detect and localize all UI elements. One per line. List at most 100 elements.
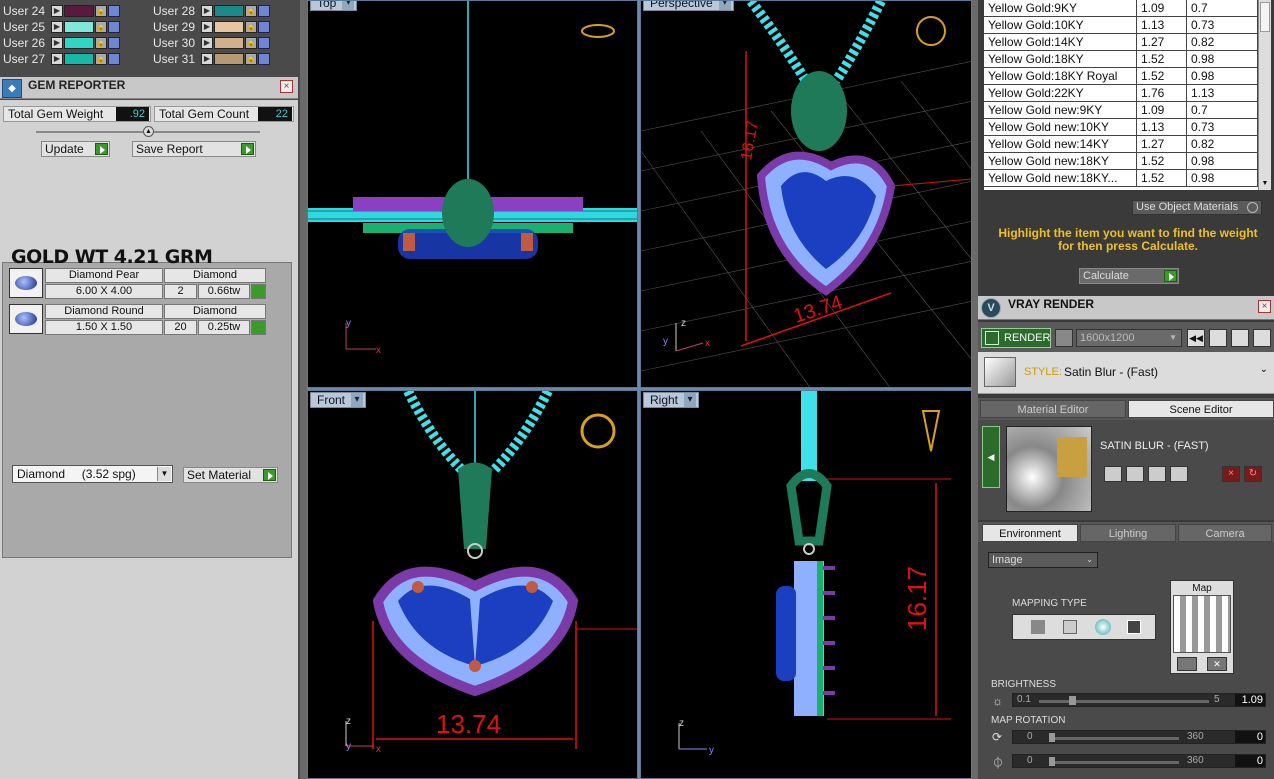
select-gem-button[interactable] bbox=[251, 320, 266, 335]
clear-map-icon[interactable]: ✕ bbox=[1207, 657, 1227, 671]
brightness-slider[interactable]: 0.1 5 1.09 bbox=[1012, 693, 1266, 707]
style-row[interactable]: STYLE: Satin Blur - (Fast) ⌄ bbox=[978, 352, 1274, 394]
user-layer-row[interactable]: User 24 ▶ 🔒 bbox=[3, 3, 121, 18]
layer-select-icon[interactable] bbox=[258, 36, 270, 49]
scroll-down-icon[interactable]: ▼ bbox=[1259, 180, 1271, 190]
panel-splitter[interactable] bbox=[300, 0, 307, 779]
close-icon[interactable]: × bbox=[280, 80, 293, 93]
cube-map-icon[interactable] bbox=[1063, 620, 1077, 634]
layer-select-icon[interactable] bbox=[258, 52, 270, 65]
tab-lighting[interactable]: Lighting bbox=[1080, 524, 1176, 542]
layer-color-swatch[interactable] bbox=[64, 20, 94, 33]
globe-icon[interactable] bbox=[1055, 329, 1073, 347]
user-layer-row[interactable]: User 28 ▶ 🔒 bbox=[153, 3, 271, 18]
use-object-materials-toggle[interactable]: Use Object Materials bbox=[1132, 200, 1262, 215]
collapse-handle[interactable]: ▲ bbox=[143, 126, 154, 137]
viewport-label-front[interactable]: Front bbox=[310, 392, 367, 408]
viewport-splitter-h[interactable] bbox=[307, 388, 972, 390]
visibility-icon[interactable]: ▶ bbox=[201, 52, 213, 65]
material-row[interactable]: Yellow Gold new:18KY 1.52 0.98 bbox=[984, 153, 1258, 170]
visibility-icon[interactable]: ▶ bbox=[51, 52, 63, 65]
sphere-map-icon[interactable] bbox=[1095, 619, 1111, 635]
viewport-front[interactable]: 13.74 z y x Front bbox=[307, 390, 638, 779]
close-icon[interactable]: × bbox=[1258, 300, 1271, 313]
tab-camera[interactable]: Camera bbox=[1178, 524, 1272, 542]
visibility-icon[interactable]: ▶ bbox=[201, 36, 213, 49]
collapse-left-icon[interactable]: ◀ bbox=[982, 426, 1000, 488]
update-button[interactable]: Update bbox=[41, 141, 110, 157]
material-select[interactable]: Diamond (3.52 spg) ▼ bbox=[12, 465, 173, 483]
rotation2-thumb[interactable] bbox=[1049, 757, 1055, 766]
planar-map-icon[interactable] bbox=[1031, 620, 1045, 634]
material-row[interactable]: Yellow Gold new:9KY 1.09 0.7 bbox=[984, 102, 1258, 119]
set-material-button[interactable]: Set Material bbox=[183, 467, 278, 483]
user-layer-row[interactable]: User 26 ▶ 🔒 bbox=[3, 35, 121, 50]
lock-icon[interactable]: 🔒 bbox=[245, 52, 257, 65]
user-layer-row[interactable]: User 30 ▶ 🔒 bbox=[153, 35, 271, 50]
material-row[interactable]: Yellow Gold:18KY Royal 1.52 0.98 bbox=[984, 68, 1258, 85]
tab-environment[interactable]: Environment bbox=[982, 524, 1078, 542]
material-row[interactable]: Yellow Gold:18KY 1.52 0.98 bbox=[984, 51, 1258, 68]
rotation1-value[interactable]: 0 bbox=[1235, 731, 1265, 743]
delete-icon[interactable]: × bbox=[1222, 466, 1240, 482]
render-button[interactable]: RENDER bbox=[981, 328, 1051, 348]
viewport-label-right[interactable]: Right bbox=[643, 392, 700, 408]
layer-color-swatch[interactable] bbox=[214, 52, 244, 65]
layer-select-icon[interactable] bbox=[108, 52, 120, 65]
material-row[interactable]: Yellow Gold:22KY 1.76 1.13 bbox=[984, 85, 1258, 102]
layer-select-icon[interactable] bbox=[258, 20, 270, 33]
list-icon[interactable] bbox=[1231, 329, 1249, 347]
user-layer-row[interactable]: User 31 ▶ 🔒 bbox=[153, 51, 271, 66]
brightness-value[interactable]: 1.09 bbox=[1235, 694, 1265, 706]
layer-color-swatch[interactable] bbox=[214, 36, 244, 49]
lock-icon[interactable]: 🔒 bbox=[95, 4, 107, 17]
viewport-top[interactable]: y x Top bbox=[307, 0, 638, 388]
import-icon[interactable] bbox=[1148, 466, 1166, 482]
cylinder-map-icon[interactable] bbox=[1127, 620, 1141, 634]
env-type-select[interactable]: Image ⌄ bbox=[988, 552, 1098, 568]
rotation1-thumb[interactable] bbox=[1049, 733, 1055, 742]
scroll-thumb[interactable] bbox=[1260, 2, 1270, 32]
refresh-icon[interactable]: ↻ bbox=[1244, 466, 1262, 482]
brightness-thumb[interactable] bbox=[1069, 696, 1076, 705]
tab-material-editor[interactable]: Material Editor bbox=[980, 400, 1126, 418]
user-layer-row[interactable]: User 27 ▶ 🔒 bbox=[3, 51, 121, 66]
material-row[interactable]: Yellow Gold:10KY 1.13 0.73 bbox=[984, 17, 1258, 34]
material-row[interactable]: Yellow Gold:14KY 1.27 0.82 bbox=[984, 34, 1258, 51]
layer-select-icon[interactable] bbox=[108, 4, 120, 17]
rotation-slider-2[interactable]: 0 360 0 bbox=[1012, 754, 1266, 768]
rotation2-value[interactable]: 0 bbox=[1235, 755, 1265, 767]
save-icon[interactable] bbox=[1104, 466, 1122, 482]
material-row[interactable]: Yellow Gold new:14KY 1.27 0.82 bbox=[984, 136, 1258, 153]
layer-select-icon[interactable] bbox=[108, 36, 120, 49]
render-settings-icon[interactable] bbox=[1209, 329, 1227, 347]
grid-icon[interactable] bbox=[1253, 329, 1271, 347]
visibility-icon[interactable]: ▶ bbox=[201, 20, 213, 33]
layer-color-swatch[interactable] bbox=[64, 4, 94, 17]
visibility-icon[interactable]: ▶ bbox=[51, 20, 63, 33]
visibility-icon[interactable]: ▶ bbox=[51, 36, 63, 49]
visibility-icon[interactable]: ▶ bbox=[51, 4, 63, 17]
lock-icon[interactable]: 🔒 bbox=[95, 36, 107, 49]
lock-icon[interactable]: 🔒 bbox=[245, 20, 257, 33]
save-report-button[interactable]: Save Report bbox=[132, 141, 256, 157]
visibility-icon[interactable]: ▶ bbox=[201, 4, 213, 17]
layer-color-swatch[interactable] bbox=[214, 20, 244, 33]
user-layer-row[interactable]: User 25 ▶ 🔒 bbox=[3, 19, 121, 34]
lock-icon[interactable]: 🔒 bbox=[95, 52, 107, 65]
user-layer-row[interactable]: User 29 ▶ 🔒 bbox=[153, 19, 271, 34]
calculate-button[interactable]: Calculate bbox=[1079, 268, 1179, 284]
lock-icon[interactable]: 🔒 bbox=[245, 36, 257, 49]
viewport-label-perspective[interactable]: Perspective bbox=[643, 1, 734, 11]
rewind-icon[interactable]: ◀◀ bbox=[1187, 329, 1205, 347]
export-icon[interactable] bbox=[1170, 466, 1188, 482]
save-as-icon[interactable] bbox=[1126, 466, 1144, 482]
material-row[interactable]: Yellow Gold new:10KY 1.13 0.73 bbox=[984, 119, 1258, 136]
lock-icon[interactable]: 🔒 bbox=[95, 20, 107, 33]
layer-select-icon[interactable] bbox=[108, 20, 120, 33]
layer-color-swatch[interactable] bbox=[64, 52, 94, 65]
viewport-right[interactable]: 16.17 z y Right bbox=[640, 390, 972, 779]
rotation-slider-1[interactable]: 0 360 0 bbox=[1012, 730, 1266, 744]
materials-scrollbar[interactable]: ▼ bbox=[1258, 0, 1271, 190]
viewport-label-top[interactable]: Top bbox=[310, 1, 358, 11]
